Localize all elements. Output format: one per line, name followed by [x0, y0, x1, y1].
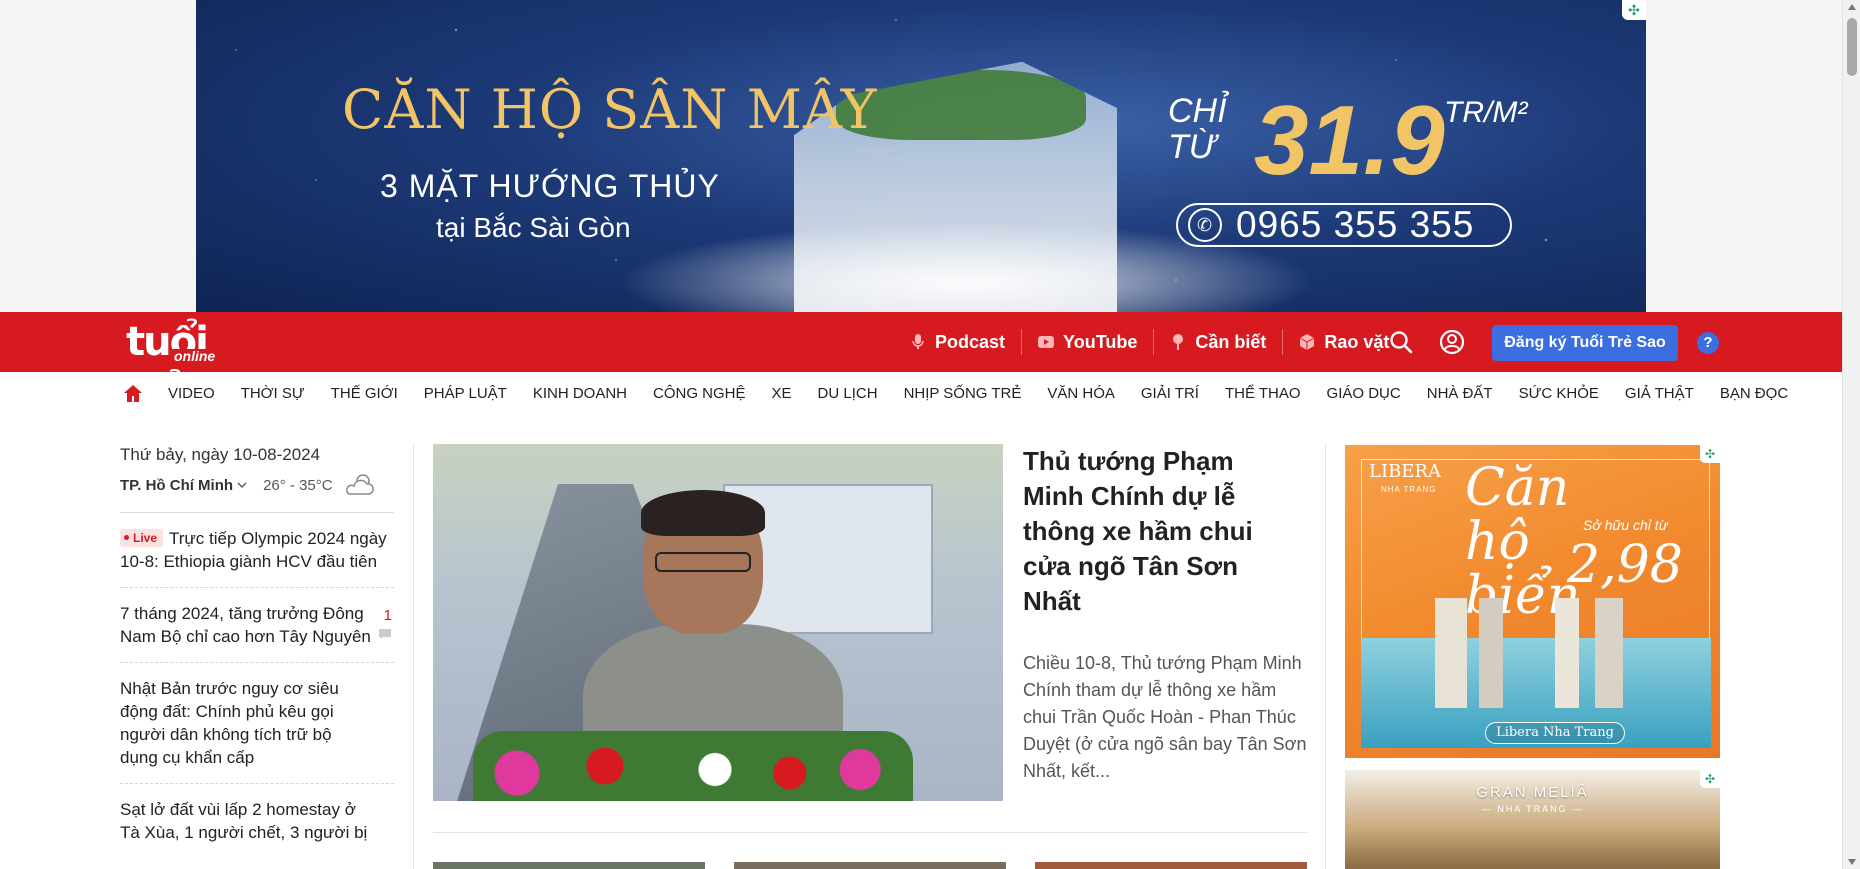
top-banner-ad[interactable]: CĂN HỘ SÂN MÂY 3 MẶT HƯỚNG THỦY tại Bắc … [196, 0, 1646, 312]
sidebar-news-item[interactable]: Nhật Bản trước nguy cơ siêu động đất: Ch… [120, 663, 394, 784]
nav-xe[interactable]: XE [759, 385, 805, 402]
rao-vat-link[interactable]: Rao vặt [1282, 329, 1405, 355]
help-icon[interactable]: ? [1697, 332, 1719, 354]
live-badge: Live [120, 529, 164, 547]
nav-phap-luat[interactable]: PHÁP LUẬT [411, 385, 520, 402]
hero-article-image[interactable] [433, 444, 1003, 801]
user-account-icon[interactable] [1439, 329, 1465, 355]
ad-choices-icon[interactable]: ✣ [1700, 770, 1720, 788]
ad-price: 31.9 [1254, 85, 1445, 195]
ad-price-prefix: CHỈ TỪ [1168, 92, 1227, 166]
hero-article-summary: Chiều 10-8, Thủ tướng Phạm Minh Chính th… [1023, 653, 1307, 781]
column-divider [1325, 444, 1326, 869]
sidebar-news-item[interactable]: 7 tháng 2024, tăng trưởng Đông Nam Bộ ch… [120, 588, 394, 663]
nav-giao-duc[interactable]: GIÁO DỤC [1314, 385, 1414, 402]
scrollbar-thumb[interactable] [1847, 18, 1857, 76]
nav-the-thao[interactable]: THỂ THAO [1212, 385, 1314, 402]
ad-subtitle-location: tại Bắc Sài Gòn [436, 212, 631, 243]
ad-choices-icon[interactable]: ✣ [1622, 0, 1646, 20]
phone-icon: ✆ [1188, 208, 1222, 242]
ad-phone-number: ✆ 0965 355 355 [1176, 203, 1512, 247]
site-header: tuổi trẻ online Podcast YouTube Cần biết… [0, 312, 1842, 413]
signup-tuoi-tre-sao-button[interactable]: Đăng ký Tuổi Trẻ Sao [1492, 325, 1678, 361]
home-icon[interactable] [123, 384, 143, 404]
article-thumbnail[interactable] [734, 862, 1006, 869]
nav-van-hoa[interactable]: VĂN HÓA [1034, 385, 1128, 402]
youtube-link[interactable]: YouTube [1021, 329, 1153, 355]
category-items: VIDEO THỜI SỰ THẾ GIỚI PHÁP LUẬT KINH DO… [168, 372, 1801, 414]
ad-choices-icon[interactable]: ✣ [1700, 445, 1720, 463]
comment-count[interactable]: 1 [384, 604, 392, 627]
search-icon[interactable] [1388, 329, 1414, 355]
weather-cloud-icon [345, 474, 374, 495]
category-nav: VIDEO THỜI SỰ THẾ GIỚI PHÁP LUẬT KINH DO… [0, 372, 1842, 414]
news-title: 7 tháng 2024, tăng trưởng Đông Nam Bộ ch… [120, 604, 371, 646]
page-scrollbar[interactable] [1842, 0, 1860, 869]
podcast-label: Podcast [935, 331, 1006, 352]
weather-widget: TP. Hồ Chí Minh 26° - 35°C [120, 472, 394, 498]
comment-icon[interactable] [378, 628, 392, 640]
ad-brand: LIBERA [1369, 461, 1441, 482]
nav-thoi-su[interactable]: THỜI SỰ [228, 385, 318, 402]
ad-title: CĂN HỘ SÂN MÂY [342, 78, 878, 141]
nav-cong-nghe[interactable]: CÔNG NGHỆ [640, 385, 759, 402]
nav-nhip-song-tre[interactable]: NHỊP SỐNG TRẺ [891, 385, 1035, 402]
sidebar-news-item[interactable]: Sạt lở đất vùi lấp 2 homestay ở Tà Xùa, … [120, 784, 394, 858]
article-thumbnail[interactable] [1035, 862, 1307, 869]
scroll-up-arrow-icon[interactable] [1848, 4, 1856, 10]
current-date: Thứ bảy, ngày 10-08-2024 [120, 445, 321, 464]
ad-subtitle: 3 MẶT HƯỚNG THỦY [380, 168, 720, 204]
city-selector[interactable]: TP. Hồ Chí Minh [120, 477, 233, 494]
youtube-label: YouTube [1063, 331, 1138, 352]
ad-price: 2,98 [1567, 535, 1683, 595]
nav-gia-that[interactable]: GIẢ THẬT [1612, 385, 1707, 402]
youtube-icon [1038, 336, 1055, 348]
column-divider [413, 444, 414, 869]
pin-icon [1173, 334, 1184, 350]
news-title: Sạt lở đất vùi lấp 2 homestay ở Tà Xùa, … [120, 800, 368, 842]
rao-vat-label: Rao vặt [1324, 331, 1390, 352]
hero-divider [433, 832, 1307, 833]
hero-article-title[interactable]: Thủ tướng Phạm Minh Chính dự lễ thông xe… [1023, 444, 1293, 619]
ad-brand-sub: NHA TRANG [1381, 485, 1437, 494]
nav-the-gioi[interactable]: THẾ GIỚI [318, 385, 411, 402]
can-biet-link[interactable]: Cần biết [1153, 329, 1282, 355]
article-thumbnail[interactable] [433, 862, 705, 869]
ad-price-prefix: Sở hữu chỉ từ [1583, 517, 1668, 533]
ad-phone-text: 0965 355 355 [1236, 204, 1475, 245]
ad-subtitle: — NHA TRANG — [1481, 804, 1584, 814]
news-title: Nhật Bản trước nguy cơ siêu động đất: Ch… [120, 679, 339, 767]
nav-du-lich[interactable]: DU LỊCH [805, 385, 891, 402]
nav-suc-khoe[interactable]: SỨC KHỎE [1506, 385, 1612, 402]
nav-ban-doc[interactable]: BẠN ĐỌC [1707, 385, 1801, 402]
scroll-down-arrow-icon[interactable] [1848, 859, 1856, 865]
ad-title: GRAN MELIÃ [1476, 784, 1589, 801]
ad-location-label: Libera Nha Trang [1485, 722, 1625, 744]
right-ad-libera[interactable]: LIBERA NHA TRANG Căn hộ biển Sở hữu chỉ … [1345, 445, 1720, 758]
left-sidebar: Thứ bảy, ngày 10-08-2024 TP. Hồ Chí Minh… [120, 444, 394, 858]
nav-nha-dat[interactable]: NHÀ ĐẤT [1414, 385, 1506, 402]
nav-video[interactable]: VIDEO [168, 385, 228, 402]
nav-kinh-doanh[interactable]: KINH DOANH [520, 385, 640, 402]
logo-subtext: online [172, 348, 218, 364]
nav-giai-tri[interactable]: GIẢI TRÍ [1128, 385, 1212, 402]
ad-price-unit: TR/M² [1444, 96, 1528, 129]
right-ad-gran-melia[interactable]: GRAN MELIÃ — NHA TRANG — ✣ [1345, 770, 1720, 869]
page: CĂN HỘ SÂN MÂY 3 MẶT HƯỚNG THỦY tại Bắc … [0, 0, 1860, 869]
can-biet-label: Cần biết [1195, 331, 1267, 352]
chevron-down-icon[interactable] [237, 480, 247, 490]
microphone-icon [912, 334, 924, 349]
header-links: Podcast YouTube Cần biết Rao vặt [894, 312, 1405, 372]
sidebar-news-item[interactable]: Live Trực tiếp Olympic 2024 ngày 10-8: Et… [120, 513, 394, 588]
temperature: 26° - 35°C [263, 476, 333, 494]
box-icon [1300, 334, 1315, 350]
site-logo[interactable]: tuổi trẻ online [126, 318, 266, 413]
podcast-link[interactable]: Podcast [894, 329, 1021, 355]
